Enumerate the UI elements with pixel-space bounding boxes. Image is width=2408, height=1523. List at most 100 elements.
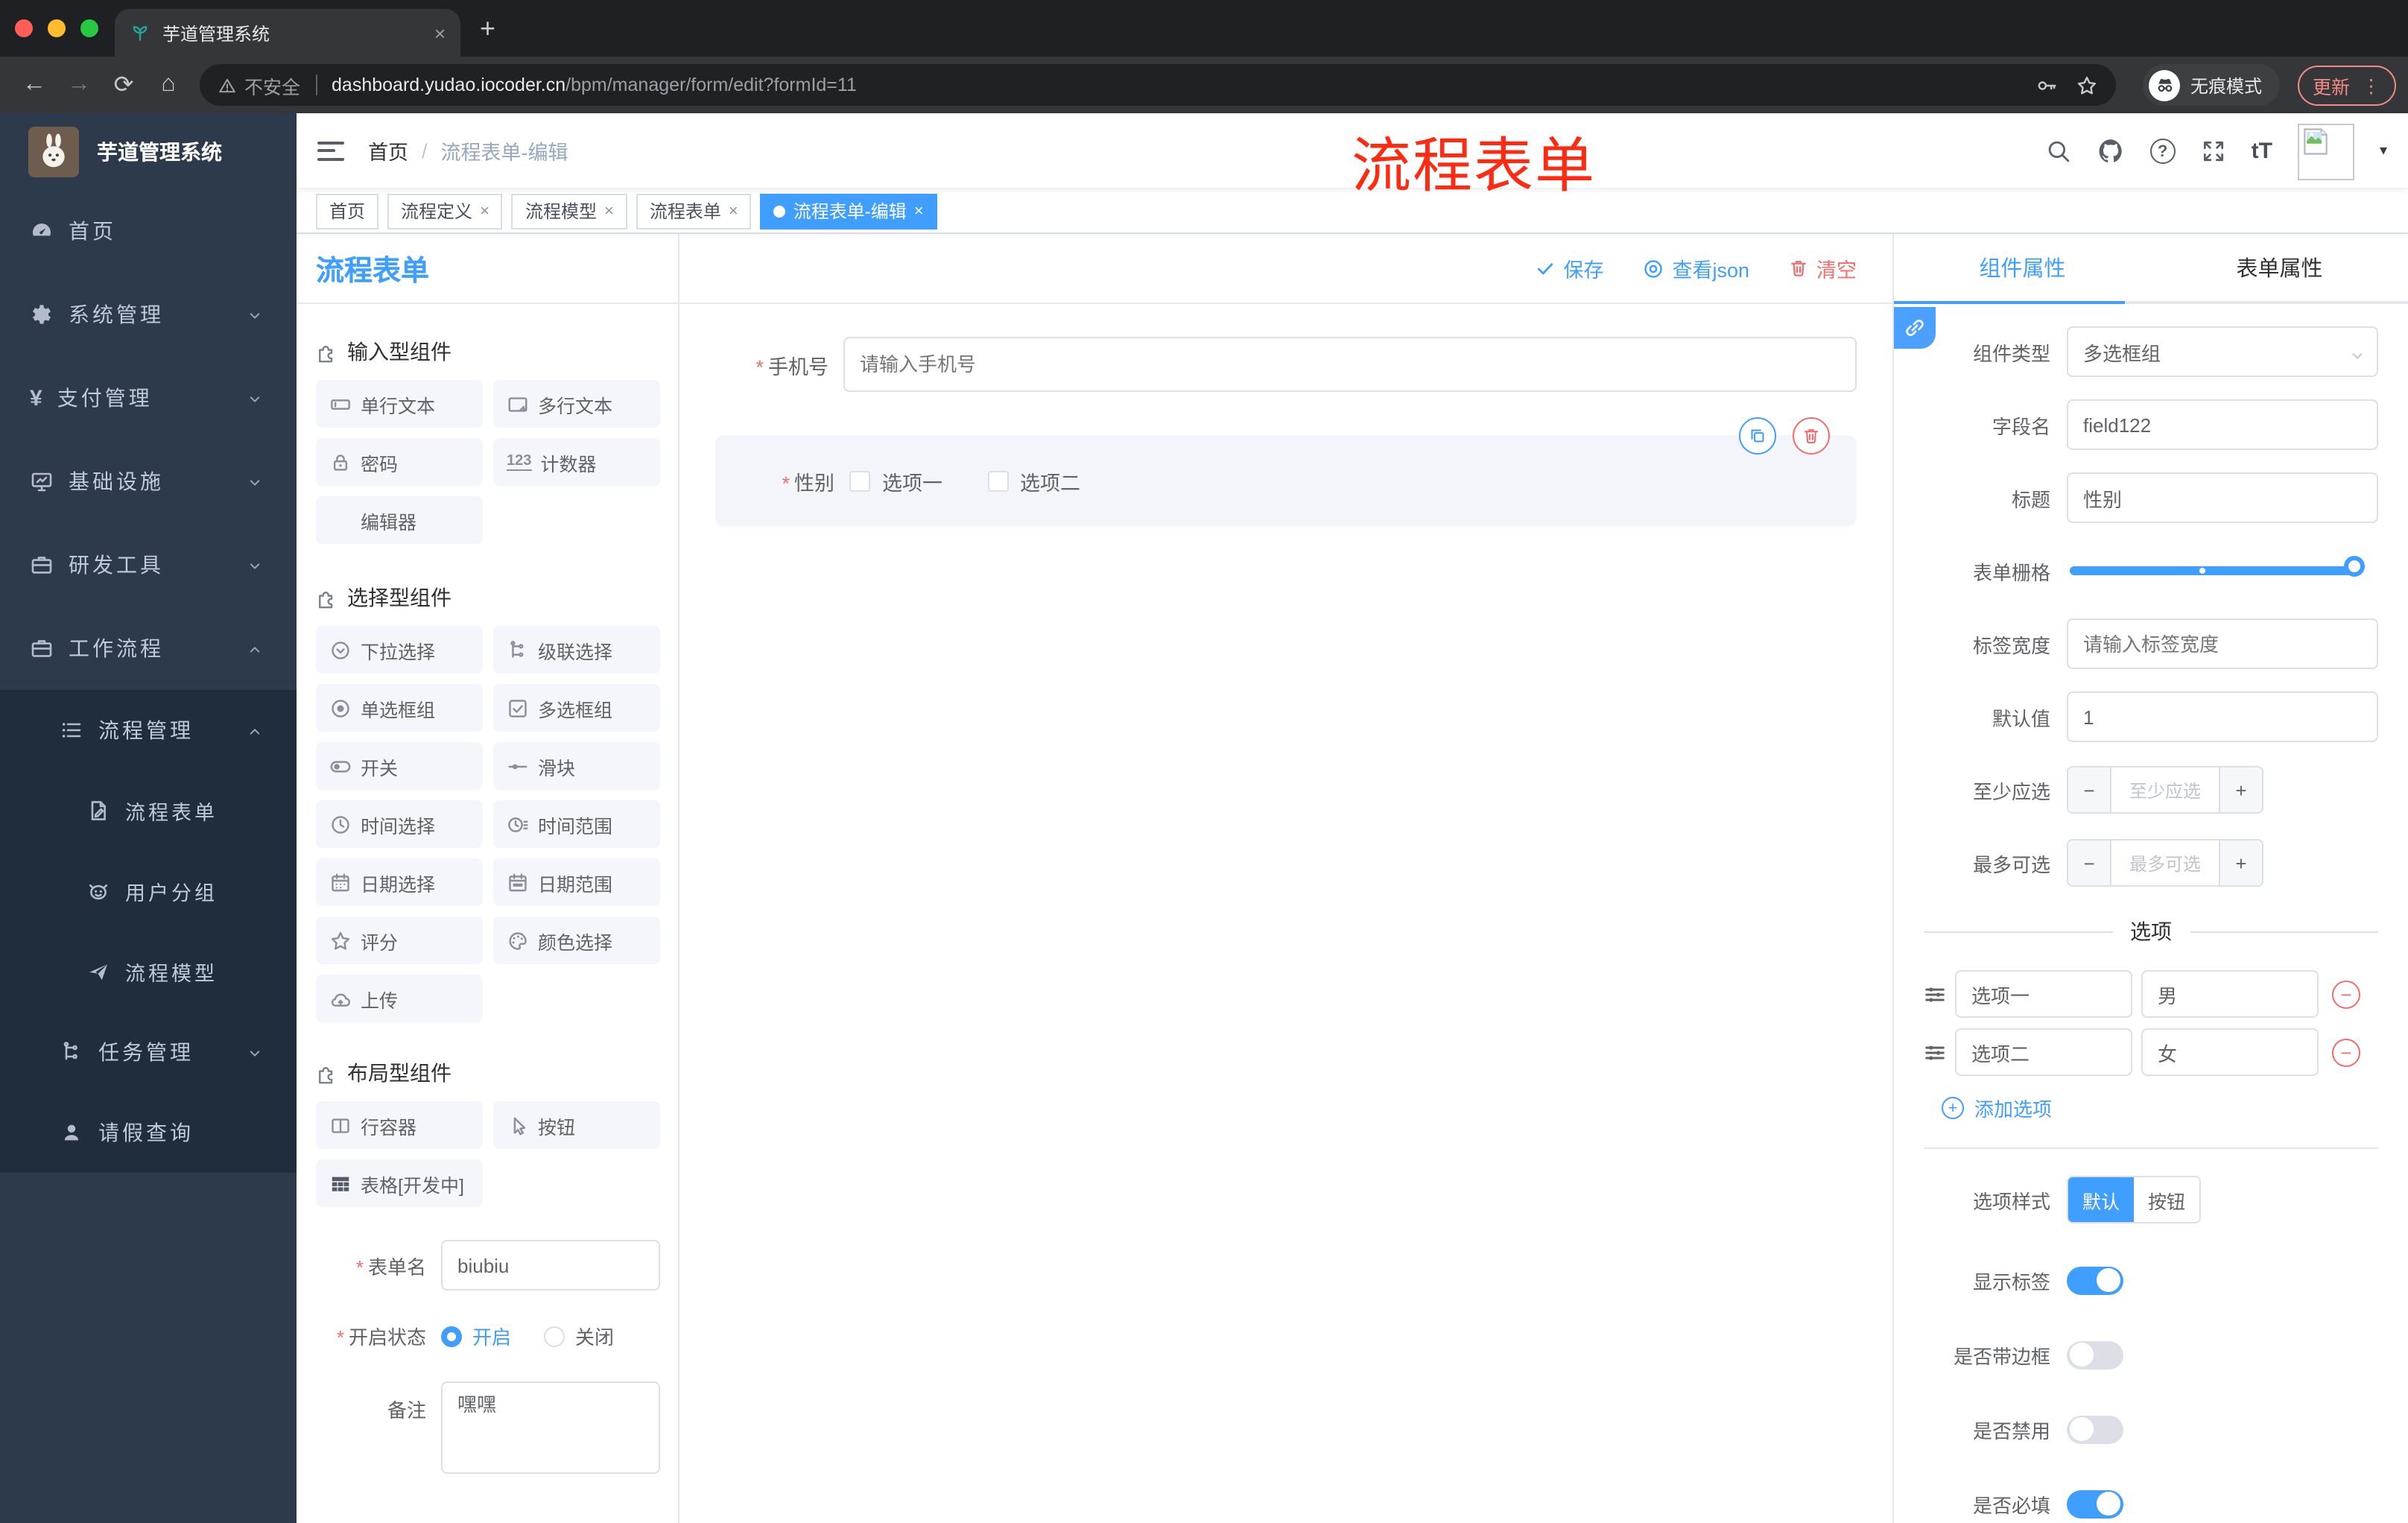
- component-chip-switch[interactable]: 开关: [316, 742, 483, 790]
- component-chip-checkbox-group[interactable]: 多选框组: [493, 684, 660, 732]
- tag-process-form-edit[interactable]: 流程表单-编辑 ×: [760, 193, 937, 229]
- breadcrumb-home[interactable]: 首页: [368, 136, 408, 165]
- clear-button[interactable]: 清空: [1788, 253, 1857, 283]
- component-chip-color[interactable]: 颜色选择: [493, 916, 660, 964]
- security-indicator[interactable]: 不安全: [218, 71, 300, 99]
- github-icon[interactable]: [2097, 137, 2125, 165]
- tab-form-props[interactable]: 表单属性: [2151, 234, 2408, 301]
- tab-close-icon[interactable]: ×: [434, 22, 446, 44]
- component-chip-upload[interactable]: 上传: [316, 975, 483, 1022]
- tag-close-icon[interactable]: ×: [729, 202, 738, 220]
- slider-handle[interactable]: [2344, 556, 2365, 577]
- sidebar-item-workflow[interactable]: 工作流程: [0, 607, 297, 690]
- browser-menu-icon[interactable]: ⋮: [2362, 74, 2380, 96]
- delete-component-button[interactable]: [1793, 417, 1830, 455]
- minimize-window-button[interactable]: [48, 19, 66, 37]
- component-type-select[interactable]: [2067, 326, 2378, 377]
- avatar-caret-icon[interactable]: ▾: [2380, 143, 2387, 159]
- tag-close-icon[interactable]: ×: [480, 202, 489, 220]
- option2-label-input[interactable]: [1955, 1028, 2132, 1076]
- remove-option-button[interactable]: −: [2332, 980, 2360, 1008]
- form-remark-textarea[interactable]: 嘿嘿: [441, 1381, 660, 1474]
- gender-option1-checkbox[interactable]: 选项一: [849, 466, 942, 495]
- window-controls[interactable]: [15, 19, 98, 37]
- style-default-button[interactable]: 默认: [2068, 1177, 2134, 1222]
- component-chip-cascader[interactable]: 级联选择: [493, 626, 660, 674]
- browser-tab[interactable]: 芋道管理系统 ×: [115, 9, 460, 57]
- avatar[interactable]: [2297, 123, 2354, 180]
- max-select-placeholder[interactable]: 最多可选: [2111, 840, 2219, 885]
- search-icon[interactable]: [2046, 139, 2071, 164]
- tab-component-props[interactable]: 组件属性: [1894, 234, 2151, 301]
- component-chip-select[interactable]: 下拉选择: [316, 626, 483, 674]
- phone-input[interactable]: [843, 337, 1857, 392]
- new-tab-button[interactable]: +: [480, 15, 495, 42]
- stepper-decrease-button[interactable]: −: [2068, 767, 2111, 812]
- tag-close-icon[interactable]: ×: [604, 202, 614, 220]
- remove-option-button[interactable]: −: [2332, 1038, 2360, 1066]
- back-button[interactable]: ←: [12, 72, 57, 98]
- copy-component-button[interactable]: [1739, 417, 1776, 455]
- component-chip-date-range[interactable]: 日期范围: [493, 858, 660, 906]
- component-chip-row-container[interactable]: 行容器: [316, 1101, 483, 1149]
- component-chip-table[interactable]: 表格[开发中]: [316, 1159, 483, 1207]
- disabled-toggle[interactable]: [2067, 1415, 2123, 1443]
- default-value-input[interactable]: [2067, 691, 2378, 742]
- component-chip-multi-text[interactable]: 多行文本: [493, 380, 660, 428]
- address-bar[interactable]: 不安全 dashboard.yudao.iocoder.cn/bpm/manag…: [200, 64, 2116, 106]
- stepper-increase-button[interactable]: +: [2219, 767, 2262, 812]
- sidebar-logo[interactable]: 芋道管理系统: [0, 113, 297, 189]
- tag-close-icon[interactable]: ×: [914, 202, 924, 220]
- sidebar-item-task-mgmt[interactable]: 任务管理: [0, 1012, 297, 1092]
- sidebar-item-devtools[interactable]: 研发工具: [0, 523, 297, 607]
- sidebar-item-leave-query[interactable]: 请假查询: [0, 1092, 297, 1173]
- sidebar-item-infra[interactable]: 基础设施: [0, 440, 297, 523]
- show-label-toggle[interactable]: [2067, 1266, 2123, 1294]
- option2-value-input[interactable]: [2141, 1028, 2319, 1076]
- home-button[interactable]: ⌂: [146, 72, 191, 98]
- border-toggle[interactable]: [2067, 1340, 2123, 1369]
- component-chip-password[interactable]: 密码: [316, 438, 483, 486]
- sidebar-item-process-form[interactable]: 流程表单: [0, 770, 297, 851]
- component-chip-counter[interactable]: 123 计数器: [493, 438, 660, 486]
- gender-option2-checkbox[interactable]: 选项二: [987, 466, 1080, 495]
- min-select-placeholder[interactable]: 至少应选: [2111, 767, 2219, 812]
- sidebar-item-process-model[interactable]: 流程模型: [0, 931, 297, 1012]
- sidebar-collapse-icon[interactable]: [317, 141, 344, 160]
- tag-process-definition[interactable]: 流程定义 ×: [387, 193, 503, 229]
- close-window-button[interactable]: [15, 19, 33, 37]
- selected-component-gender[interactable]: * 性别 选项一 选项二: [715, 417, 1857, 526]
- view-json-button[interactable]: 查看json: [1642, 253, 1749, 283]
- status-radio-on[interactable]: 开启: [441, 1322, 511, 1350]
- password-key-icon[interactable]: [2035, 74, 2058, 96]
- sidebar-item-home[interactable]: 首页: [0, 189, 297, 273]
- fullscreen-icon[interactable]: [2201, 139, 2226, 164]
- bookmark-star-icon[interactable]: [2076, 74, 2098, 96]
- text-size-icon[interactable]: tT: [2252, 139, 2272, 164]
- stepper-decrease-button[interactable]: −: [2068, 840, 2111, 885]
- reload-button[interactable]: ⟳: [101, 70, 146, 100]
- sidebar-item-user-group[interactable]: 用户分组: [0, 851, 297, 931]
- option1-value-input[interactable]: [2141, 970, 2319, 1018]
- component-chip-slider[interactable]: 滑块: [493, 742, 660, 790]
- sidebar-item-process-mgmt[interactable]: 流程管理: [0, 690, 297, 770]
- option1-label-input[interactable]: [1955, 970, 2132, 1018]
- sidebar-item-payment[interactable]: ¥ 支付管理: [0, 356, 297, 440]
- style-button-button[interactable]: 按钮: [2134, 1177, 2199, 1222]
- required-toggle[interactable]: [2067, 1489, 2123, 1518]
- stepper-increase-button[interactable]: +: [2219, 840, 2262, 885]
- component-chip-date[interactable]: 日期选择: [316, 858, 483, 906]
- maximize-window-button[interactable]: [80, 19, 98, 37]
- component-chip-button[interactable]: 按钮: [493, 1101, 660, 1149]
- tag-home[interactable]: 首页: [316, 193, 379, 229]
- browser-update-button[interactable]: 更新 ⋮: [2298, 65, 2396, 105]
- component-chip-radio-group[interactable]: 单选框组: [316, 684, 483, 732]
- tag-process-model[interactable]: 流程模型 ×: [511, 193, 627, 229]
- component-chip-single-text[interactable]: 单行文本: [316, 380, 483, 428]
- forward-button[interactable]: →: [57, 72, 101, 98]
- label-width-input[interactable]: [2067, 618, 2378, 669]
- save-button[interactable]: 保存: [1535, 253, 1603, 283]
- title-input[interactable]: [2067, 472, 2378, 523]
- status-radio-off[interactable]: 关闭: [544, 1322, 614, 1350]
- sidebar-item-system[interactable]: 系统管理: [0, 273, 297, 356]
